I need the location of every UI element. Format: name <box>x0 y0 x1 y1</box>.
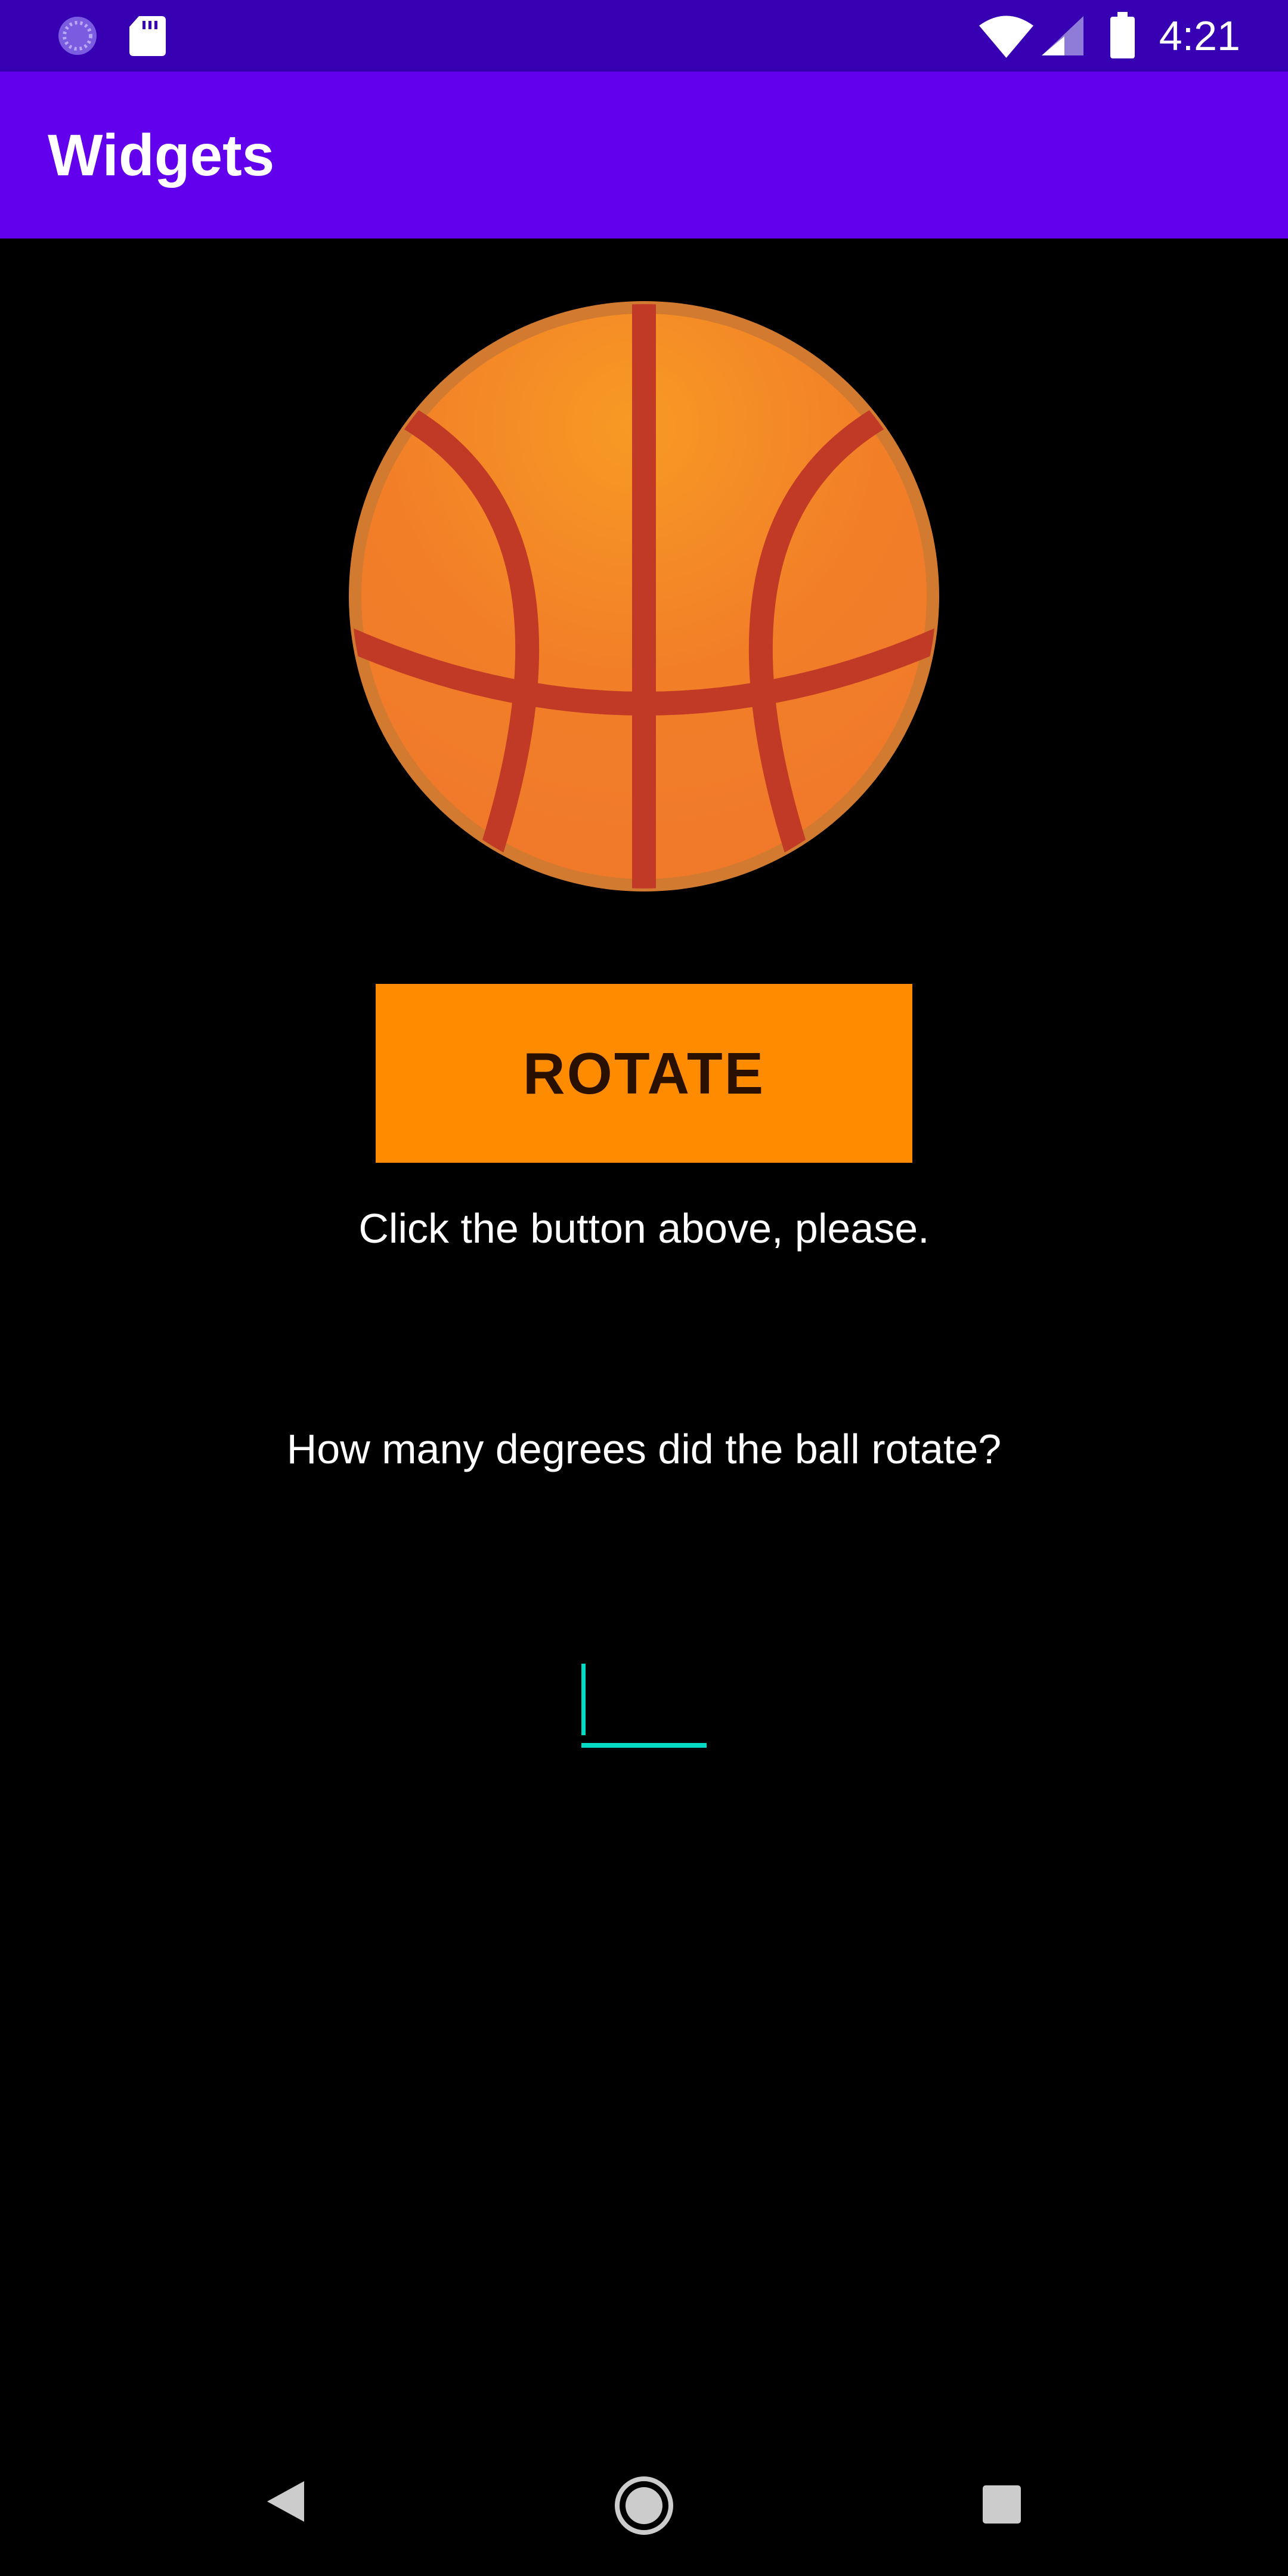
input-underline <box>581 1743 707 1748</box>
app-bar: Widgets <box>0 72 1288 239</box>
sd-card-icon <box>129 16 166 56</box>
rotate-button[interactable]: ROTATE <box>376 984 912 1163</box>
text-cursor <box>581 1664 586 1735</box>
battery-icon <box>1110 12 1135 58</box>
cell-signal-icon <box>1042 16 1083 55</box>
instruction-text: Click the button above, please. <box>358 1205 930 1252</box>
status-time: 4:21 <box>1159 13 1240 59</box>
home-icon[interactable] <box>613 2475 675 2537</box>
back-icon[interactable] <box>262 2478 307 2525</box>
recents-icon[interactable] <box>981 2484 1023 2525</box>
navigation-bar <box>0 2433 1288 2576</box>
degrees-input[interactable] <box>581 1664 707 1748</box>
basketball-icon <box>349 301 939 891</box>
question-text: How many degrees did the ball rotate? <box>286 1426 1002 1472</box>
loading-spinner-icon <box>58 17 97 55</box>
status-bar: 4:21 <box>0 0 1288 72</box>
wifi-icon <box>979 16 1033 58</box>
app-title: Widgets <box>48 122 275 188</box>
